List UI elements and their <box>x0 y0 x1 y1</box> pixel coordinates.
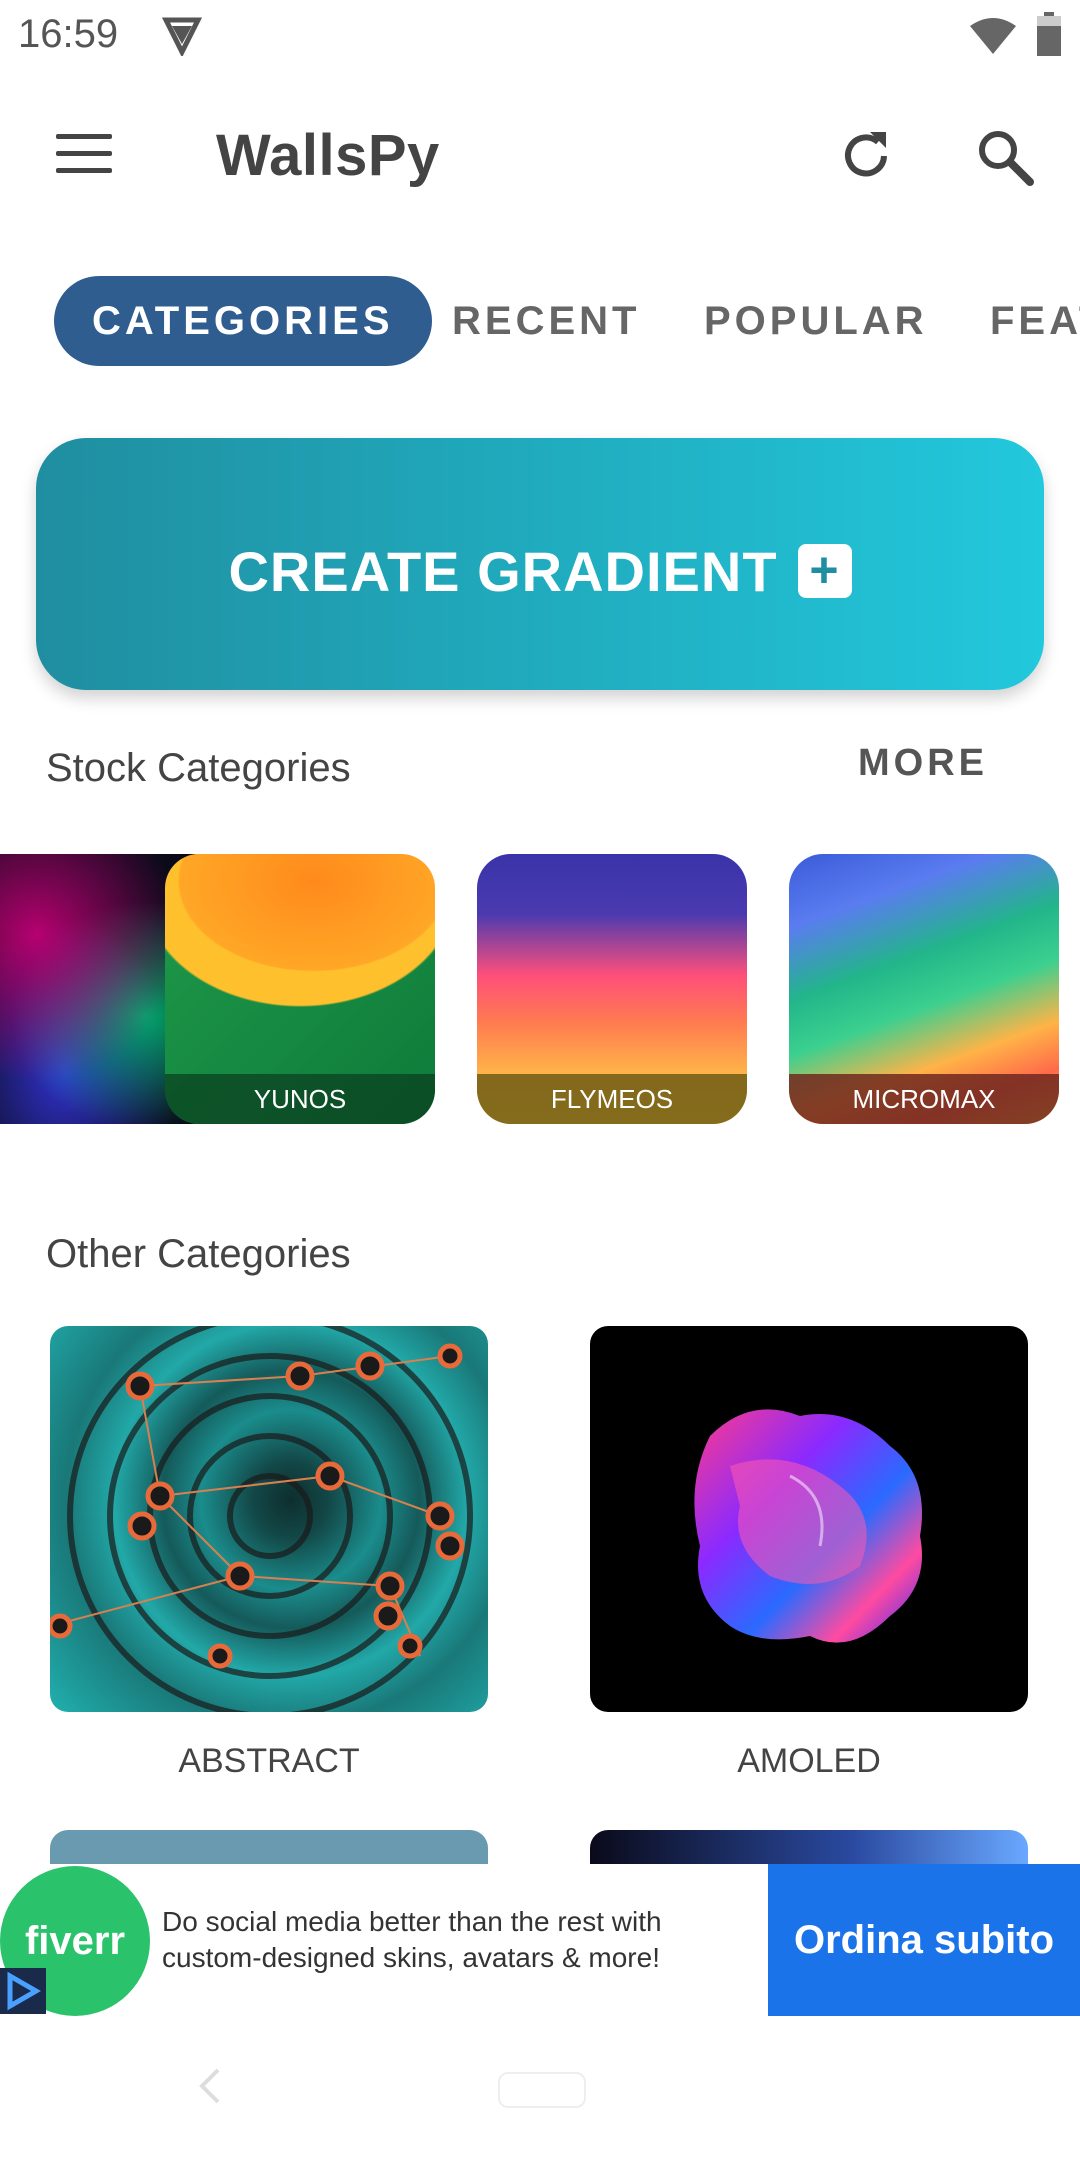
category-card-amoled[interactable] <box>590 1326 1028 1712</box>
tab-categories[interactable]: CATEGORIES <box>54 276 432 366</box>
ad-banner[interactable]: fiverr Do social media better than the r… <box>0 1864 1080 2016</box>
battery-icon <box>1037 12 1061 56</box>
app-bar: WallsPy <box>0 80 1080 230</box>
abstract-artwork <box>50 1326 473 1712</box>
refresh-icon[interactable] <box>834 124 898 188</box>
status-time: 16:59 <box>18 12 119 56</box>
back-icon[interactable] <box>196 2066 224 2106</box>
stock-card-flymeos[interactable]: FLYMEOS <box>477 854 747 1124</box>
hamburger-icon <box>56 134 112 139</box>
tab-bar: CATEGORIES RECENT POPULAR FEAT <box>0 276 1080 368</box>
amoled-artwork <box>694 1409 922 1643</box>
tab-popular[interactable]: POPULAR <box>704 276 928 366</box>
stock-card-label: MICROMAX <box>789 1074 1059 1124</box>
search-icon[interactable] <box>972 124 1036 188</box>
status-bar: 16:59 <box>0 0 1080 72</box>
plus-icon: + <box>797 544 852 599</box>
stock-categories-carousel[interactable]: R YUNOS FLYMEOS MICROMAX <box>0 854 1080 1126</box>
create-gradient-button[interactable]: CREATE GRADIENT + <box>36 438 1044 690</box>
app-title: WallsPy <box>216 123 440 188</box>
more-button[interactable]: MORE <box>858 742 988 785</box>
stock-card-micromax[interactable]: MICROMAX <box>789 854 1059 1124</box>
tab-featured[interactable]: FEAT <box>990 276 1080 366</box>
play-store-notification-icon <box>162 17 202 56</box>
stock-card-label: FLYMEOS <box>477 1074 747 1124</box>
ad-cta-button[interactable]: Ordina subito <box>768 1864 1080 2016</box>
category-label-amoled: AMOLED <box>737 1742 881 1780</box>
category-card-abstract[interactable] <box>50 1326 488 1712</box>
home-button[interactable] <box>498 2072 586 2108</box>
navigation-bar <box>0 2016 1080 2160</box>
category-label-abstract: ABSTRACT <box>178 1742 360 1780</box>
stock-card-yunos[interactable]: YUNOS <box>165 854 435 1124</box>
ad-text: Do social media better than the rest wit… <box>162 1906 662 1973</box>
other-categories-title: Other Categories <box>46 1232 351 1276</box>
adchoices-icon[interactable] <box>0 1968 46 2014</box>
stock-categories-title: Stock Categories <box>46 746 351 790</box>
menu-button[interactable] <box>48 128 120 184</box>
stock-card-label: YUNOS <box>165 1074 435 1124</box>
wifi-icon <box>970 18 1016 54</box>
create-gradient-label: CREATE GRADIENT <box>228 539 778 603</box>
tab-recent[interactable]: RECENT <box>452 276 640 366</box>
